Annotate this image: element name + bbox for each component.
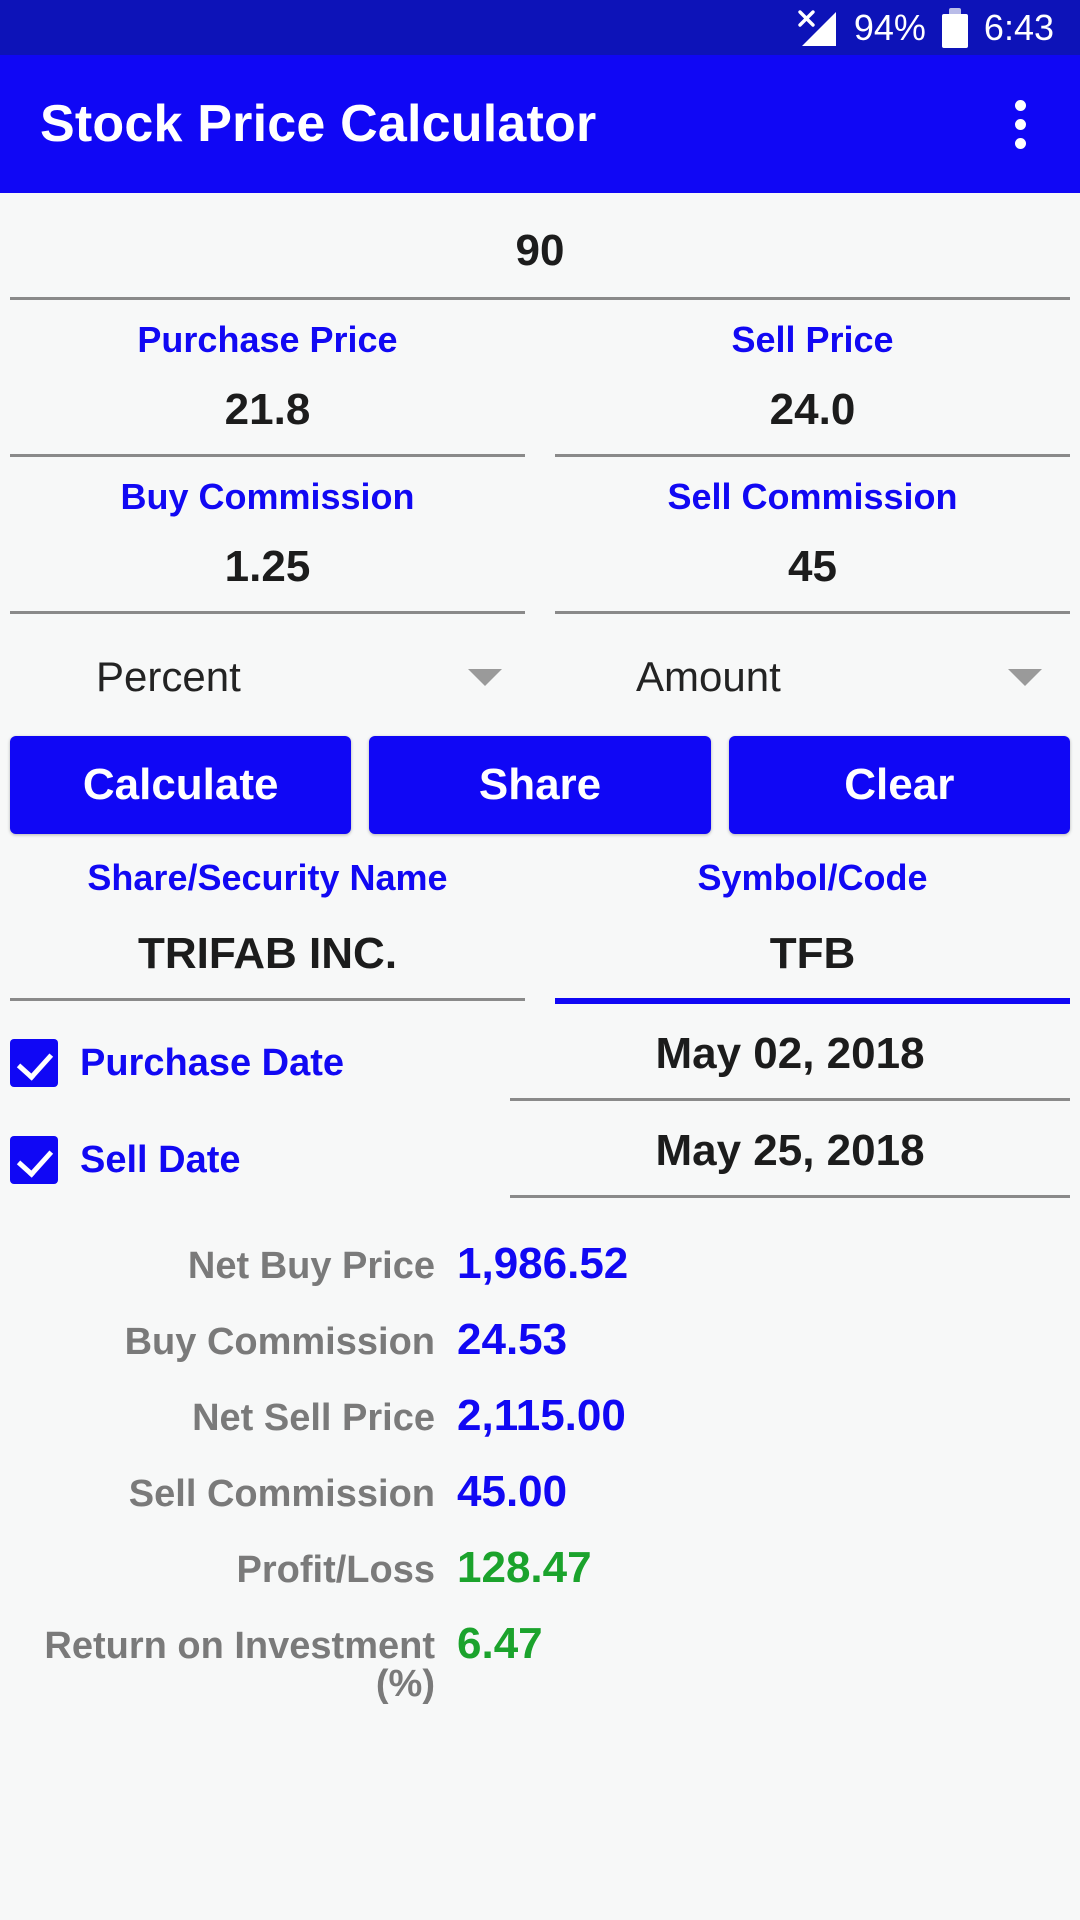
commission-labels-row: Buy Commission Sell Commission [0,457,1080,515]
result-row: Sell Commission 45.00 [0,1470,1080,1514]
symbol-field[interactable]: TFB [540,932,1080,1004]
result-value: 1,986.52 [457,1239,629,1288]
calculate-button[interactable]: Calculate [10,736,352,834]
purchase-date-checkbox[interactable] [10,1039,58,1087]
buy-commission-field[interactable]: 1.25 [0,545,540,614]
share-name-value[interactable]: TRIFAB INC. [10,932,525,976]
result-row: Profit/Loss 128.47 [0,1546,1080,1590]
chevron-down-icon [468,668,502,686]
sell-date-field[interactable]: May 25, 2018 [510,1129,1070,1198]
result-value: 128.47 [457,1543,592,1592]
purchase-date-underline [510,1098,1070,1101]
result-row: Net Buy Price 1,986.52 [0,1242,1080,1286]
buy-commission-type-value: Percent [96,653,241,700]
sell-commission-type-value: Amount [636,653,781,700]
result-label: Sell Commission [128,1473,435,1515]
app-bar: Stock Price Calculator [0,55,1080,193]
buy-commission-type-spinner[interactable]: Percent [0,640,540,714]
page-title: Stock Price Calculator [40,95,597,153]
sell-date-value[interactable]: May 25, 2018 [510,1129,1070,1173]
symbol-label: Symbol/Code [697,857,928,898]
battery-percent-label: 94% [853,6,926,48]
buy-commission-value[interactable]: 1.25 [10,545,525,589]
sell-price-label: Sell Price [731,319,894,360]
sell-price-field[interactable]: 24.0 [540,388,1080,457]
main-content: 90 Purchase Price Sell Price 21.8 24.0 B… [0,193,1080,1703]
signal-no-sim-icon [796,8,838,48]
sell-commission-field[interactable]: 45 [540,545,1080,614]
security-labels-row: Share/Security Name Symbol/Code [0,834,1080,896]
status-bar: 94% 6:43 [0,0,1080,55]
quantity-field[interactable]: 90 [0,193,1080,300]
sell-date-underline [510,1195,1070,1198]
sell-price-underline [555,454,1070,457]
symbol-value[interactable]: TFB [555,932,1070,976]
result-label: Profit/Loss [236,1549,435,1591]
purchase-date-label: Purchase Date [80,1042,345,1084]
results-section: Net Buy Price 1,986.52 Buy Commission 24.53… [0,1198,1080,1705]
share-button[interactable]: Share [369,736,711,834]
result-row: Net Sell Price 2,115.00 [0,1394,1080,1438]
clock-label: 6:43 [983,6,1054,48]
sell-date-label: Sell Date [80,1139,241,1181]
result-value: 45.00 [457,1467,568,1516]
result-label: Net Sell Price [192,1397,435,1439]
quantity-value[interactable]: 90 [0,229,1080,273]
purchase-price-label: Purchase Price [137,319,398,360]
purchase-price-underline [10,454,525,457]
commission-values-row: 1.25 45 [0,515,1080,614]
result-row: Buy Commission 24.53 [0,1318,1080,1362]
sell-price-value[interactable]: 24.0 [555,388,1070,432]
result-label: Buy Commission [124,1321,435,1363]
price-labels-row: Purchase Price Sell Price [0,300,1080,358]
sell-date-checkbox[interactable] [10,1136,58,1184]
buy-commission-underline [10,611,525,614]
result-value: 2,115.00 [457,1391,626,1440]
price-values-row: 21.8 24.0 [0,358,1080,457]
sell-commission-label: Sell Commission [667,476,958,517]
chevron-down-icon [1008,668,1042,686]
purchase-date-row: Purchase Date May 02, 2018 [0,1004,1080,1101]
sell-commission-underline [555,611,1070,614]
sell-commission-value[interactable]: 45 [555,545,1070,589]
symbol-underline-focused [555,998,1070,1004]
purchase-price-field[interactable]: 21.8 [0,388,540,457]
security-values-row: TRIFAB INC. TFB [0,896,1080,1004]
purchase-date-value[interactable]: May 02, 2018 [510,1032,1070,1076]
share-name-field[interactable]: TRIFAB INC. [0,932,540,1004]
share-name-label: Share/Security Name [87,857,448,898]
purchase-price-value[interactable]: 21.8 [10,388,525,432]
result-value: 6.47 [457,1619,543,1668]
clear-button[interactable]: Clear [728,736,1070,834]
sell-date-row: Sell Date May 25, 2018 [0,1101,1080,1198]
overflow-menu-icon[interactable] [994,94,1046,154]
share-name-underline [10,998,525,1001]
commission-type-row: Percent Amount [0,614,1080,714]
result-value: 24.53 [457,1315,568,1364]
result-label: Return on Investment (%) [44,1625,435,1705]
result-label: Net Buy Price [187,1245,435,1287]
action-buttons-row: Calculate Share Clear [0,714,1080,834]
sell-commission-type-spinner[interactable]: Amount [540,640,1080,714]
result-row: Return on Investment (%) 6.47 [0,1619,1080,1705]
buy-commission-label: Buy Commission [120,476,415,517]
battery-icon [941,7,968,48]
purchase-date-field[interactable]: May 02, 2018 [510,1032,1070,1101]
